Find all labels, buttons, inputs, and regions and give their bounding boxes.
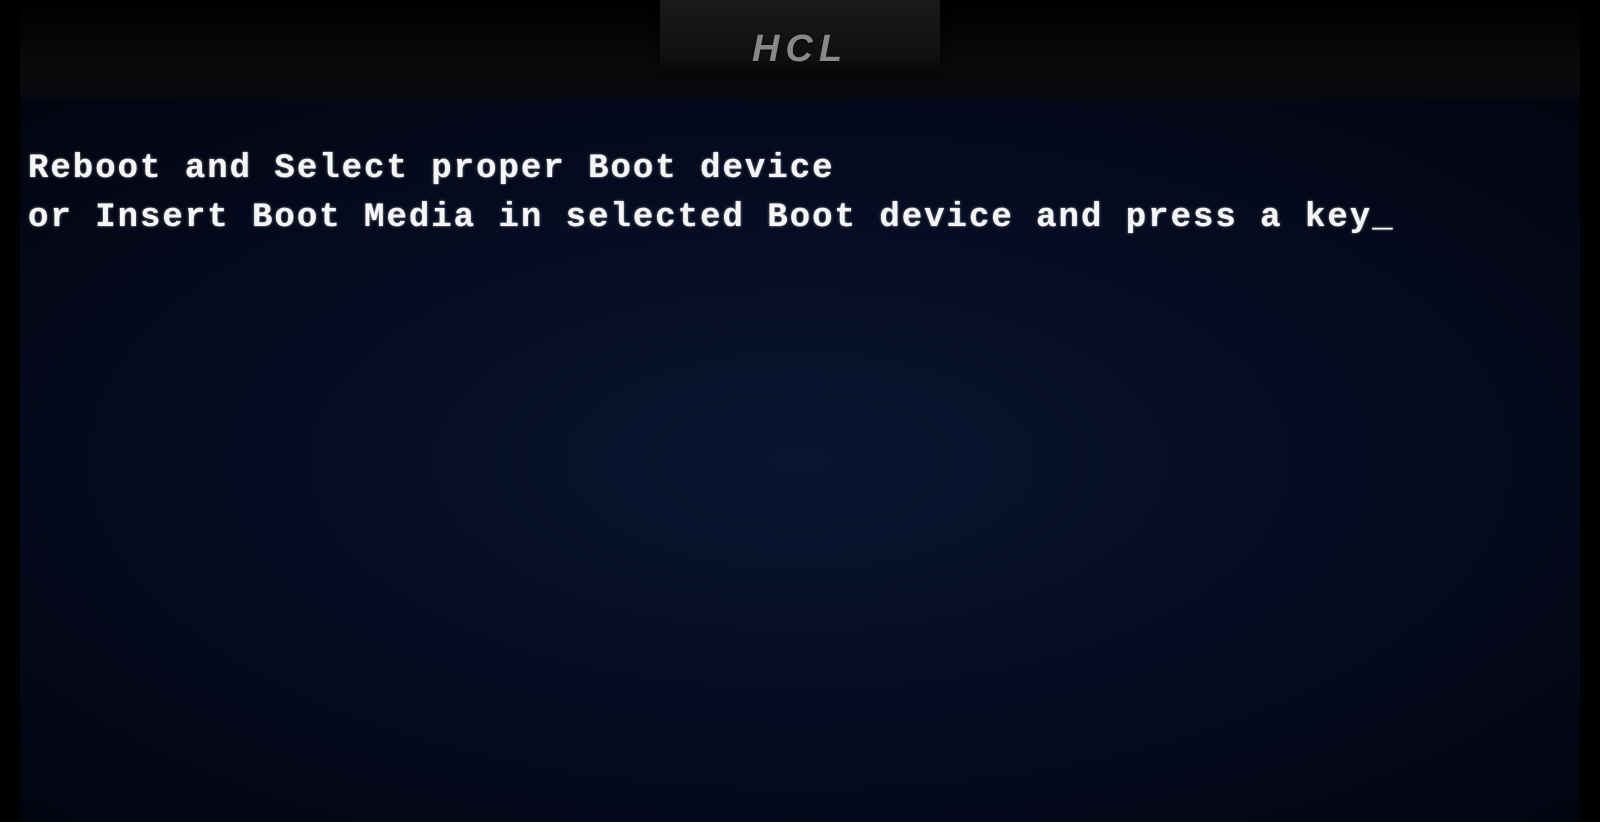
bios-message-line-2: or Insert Boot Media in selected Boot de… [28, 199, 1372, 237]
webcam-housing: HCL [660, 0, 940, 75]
monitor-frame: HCL Reboot and Select proper Boot device… [0, 0, 1600, 822]
screen-area[interactable]: Reboot and Select proper Boot device or … [20, 100, 1580, 822]
monitor-bezel-left [0, 0, 20, 822]
monitor-bezel-right [1580, 0, 1600, 822]
text-cursor-icon: _ [1372, 194, 1394, 243]
bios-message-line-1: Reboot and Select proper Boot device [28, 150, 835, 188]
bios-console-output: Reboot and Select proper Boot device or … [20, 100, 1580, 244]
monitor-brand-logo: HCL [752, 28, 848, 71]
